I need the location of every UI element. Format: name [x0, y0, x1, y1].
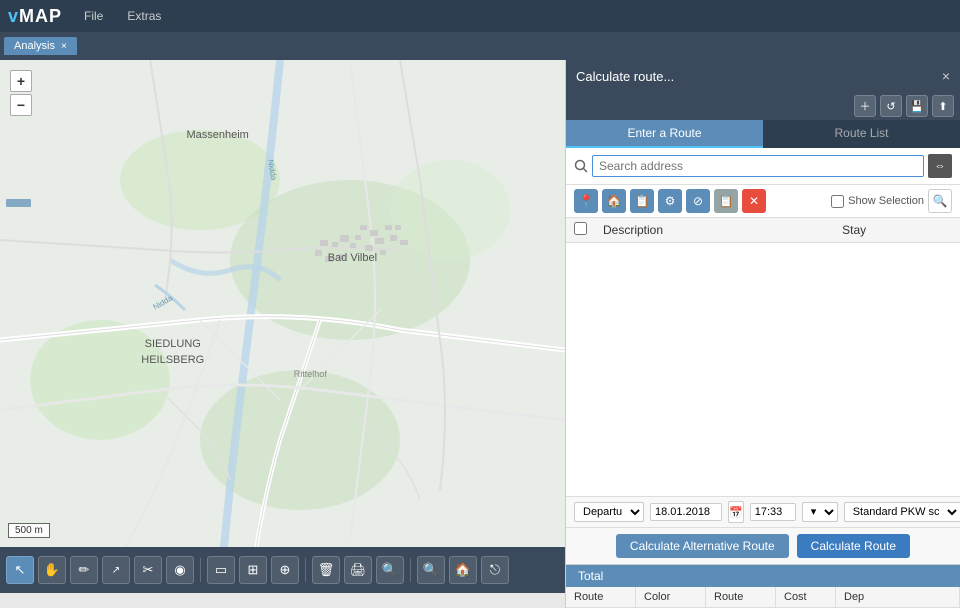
- zoom-tool-button[interactable]: 🔍: [376, 556, 404, 584]
- settings-button[interactable]: ⚙: [658, 189, 682, 213]
- logo-v: v: [8, 6, 19, 26]
- panel-title: Calculate route...: [576, 69, 674, 84]
- total-col-route-1: Route: [566, 587, 636, 607]
- search-icon: [574, 159, 588, 173]
- total-tab[interactable]: Total: [566, 565, 615, 587]
- panel-toolbar: ＋ ↺ 💾 ⬆: [566, 92, 960, 120]
- clear-button[interactable]: ✕: [742, 189, 766, 213]
- table-header-row: Description Stay: [566, 218, 960, 243]
- map-container[interactable]: Nidda Nidda Massenheim Bad Vilbel SIEDLU…: [0, 60, 565, 593]
- toolbar-separator-1: [200, 558, 201, 582]
- bottom-toolbar: ↖ ✋ ✏ ↗ ✂ ◉ ▭ ⊞ ⊕ 🗑 🖨 🔍 🔍 🏠 ⎋: [0, 547, 565, 593]
- route-table-inner: Description Stay: [566, 218, 960, 243]
- main-area: Nidda Nidda Massenheim Bad Vilbel SIEDLU…: [0, 60, 960, 608]
- panel-tabs: Enter a Route Route List: [566, 120, 960, 148]
- location-pin-button[interactable]: 📍: [574, 189, 598, 213]
- selection-rect: [6, 199, 31, 207]
- show-selection-container: Show Selection: [831, 195, 924, 208]
- total-col-route-2: Route: [706, 587, 776, 607]
- copy-button[interactable]: 📋: [714, 189, 738, 213]
- panel-export-button[interactable]: ⬆: [932, 95, 954, 117]
- icon-toolbar: 📍 🏠 📋 ⚙ ⊘ 📋 ✕ Show Selection 🔍: [566, 185, 960, 218]
- total-table-header: Route Color Route Cost Dep: [566, 587, 960, 608]
- total-col-dep: Dep: [836, 587, 960, 607]
- delete-button[interactable]: 🗑: [312, 556, 340, 584]
- analysis-tab[interactable]: Analysis ×: [4, 37, 77, 55]
- map-svg: Nidda Nidda: [0, 60, 565, 590]
- map-area: Nidda Nidda Massenheim Bad Vilbel SIEDLU…: [0, 60, 565, 608]
- magnify-button[interactable]: 🔍: [928, 189, 952, 213]
- panel-add-button[interactable]: ＋: [854, 95, 876, 117]
- show-selection-checkbox[interactable]: [831, 195, 844, 208]
- calculate-route-button[interactable]: Calculate Route: [797, 534, 910, 558]
- toolbar-separator-3: [410, 558, 411, 582]
- menu-bar: vMAP File Extras: [0, 0, 960, 32]
- filter-button[interactable]: ⊘: [686, 189, 710, 213]
- search-input[interactable]: [592, 155, 924, 177]
- col-stay: Stay: [834, 218, 960, 243]
- home-button[interactable]: 🏠: [449, 556, 477, 584]
- draw-tool-button[interactable]: ✏: [70, 556, 98, 584]
- zoom-in-button[interactable]: +: [10, 70, 32, 92]
- menu-extras[interactable]: Extras: [121, 7, 167, 25]
- search-toggle-button[interactable]: ⇔: [928, 154, 952, 178]
- point-button[interactable]: ⊕: [271, 556, 299, 584]
- tab-route-list[interactable]: Route List: [763, 120, 960, 148]
- show-selection-label: Show Selection: [848, 195, 924, 207]
- panel-save-button[interactable]: 💾: [906, 95, 928, 117]
- rect-draw-button[interactable]: ▭: [207, 556, 235, 584]
- print-button[interactable]: 🖨: [344, 556, 372, 584]
- route-table: Description Stay: [566, 218, 960, 496]
- panel-title-bar: Calculate route... ×: [566, 60, 960, 92]
- map-controls: + −: [10, 70, 32, 116]
- select-all-checkbox[interactable]: [574, 222, 587, 235]
- tab-enter-route[interactable]: Enter a Route: [566, 120, 763, 148]
- calendar-button[interactable]: 📅: [728, 501, 744, 523]
- app-logo: vMAP: [8, 6, 62, 27]
- right-panel: Calculate route... × ＋ ↺ 💾 ⬆ Enter a Rou…: [565, 60, 960, 608]
- select-tool-button[interactable]: ↖: [6, 556, 34, 584]
- pan-tool-button[interactable]: ✋: [38, 556, 66, 584]
- total-tab-bar: Total: [566, 565, 960, 587]
- search-bar: ⇔: [566, 148, 960, 185]
- mode-select[interactable]: Standard PKW sc: [844, 502, 960, 522]
- circle-tool-button[interactable]: ◉: [166, 556, 194, 584]
- time-input[interactable]: [750, 503, 796, 521]
- total-col-color: Color: [636, 587, 706, 607]
- time-arrow-down[interactable]: ▾: [802, 502, 838, 522]
- search-map-button[interactable]: 🔍: [417, 556, 445, 584]
- col-checkbox: [566, 218, 595, 243]
- calculate-alternative-route-button[interactable]: Calculate Alternative Route: [616, 534, 789, 558]
- tab-close[interactable]: ×: [61, 41, 67, 52]
- table-button[interactable]: 📋: [630, 189, 654, 213]
- panel-close-button[interactable]: ×: [942, 68, 950, 84]
- share-button[interactable]: ⎋: [481, 556, 509, 584]
- address-button[interactable]: 🏠: [602, 189, 626, 213]
- toolbar-separator-2: [305, 558, 306, 582]
- logo-map: MAP: [19, 6, 62, 26]
- datetime-toolbar: Departu 📅 ▾ Standard PKW sc 🚗: [566, 496, 960, 528]
- depart-select[interactable]: Departu: [574, 502, 644, 522]
- panel-content: ⇔ 📍 🏠 📋 ⚙ ⊘ 📋 ✕ Show Selection 🔍: [566, 148, 960, 608]
- route-buttons: Calculate Alternative Route Calculate Ro…: [566, 528, 960, 564]
- grid-button[interactable]: ⊞: [239, 556, 267, 584]
- zoom-out-button[interactable]: −: [10, 94, 32, 116]
- menu-file[interactable]: File: [78, 7, 109, 25]
- route-draw-button[interactable]: ↗: [102, 556, 130, 584]
- date-input[interactable]: [650, 503, 722, 521]
- scale-indicator: 500 m: [8, 523, 50, 538]
- total-col-cost: Cost: [776, 587, 836, 607]
- col-description: Description: [595, 218, 834, 243]
- total-section: Total Route Color Route Cost Dep: [566, 564, 960, 608]
- edit-node-button[interactable]: ✂: [134, 556, 162, 584]
- tab-bar: Analysis ×: [0, 32, 960, 60]
- panel-refresh-button[interactable]: ↺: [880, 95, 902, 117]
